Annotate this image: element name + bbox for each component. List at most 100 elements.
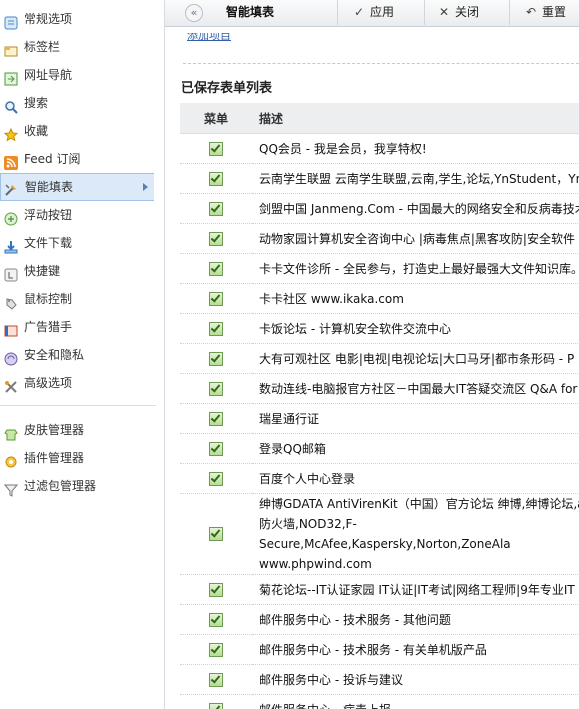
sidebar-item-label: 鼠标控制 bbox=[24, 292, 73, 306]
description-cell: 卡饭论坛 - 计算机安全软件交流中心 bbox=[252, 313, 579, 344]
menu-cell bbox=[180, 574, 252, 605]
table-row[interactable]: 邮件服务中心 - 投诉与建议 bbox=[180, 664, 579, 695]
table-row[interactable]: 数动连线-电脑报官方社区－中国最大IT答疑交流区 Q&A for bbox=[180, 373, 579, 404]
sidebar-item-tab[interactable]: 标签栏 bbox=[0, 33, 164, 61]
sidebar-item-tools[interactable]: 高级选项 bbox=[0, 369, 164, 397]
table-row[interactable]: 绅博GDATA AntiVirenKit（中国）官方论坛 绅博,绅博论坛,a 防… bbox=[180, 493, 579, 575]
menu-checkbox[interactable] bbox=[209, 171, 223, 186]
description-cell: 绅博GDATA AntiVirenKit（中国）官方论坛 绅博,绅博论坛,a 防… bbox=[252, 493, 579, 575]
table-row[interactable]: 动物家园计算机安全咨询中心 |病毒焦点|黑客攻防|安全软件 bbox=[180, 223, 579, 254]
sidebar-item-label: Feed 订阅 bbox=[24, 152, 81, 166]
menu-cell bbox=[180, 373, 252, 404]
description-cell: 邮件服务中心 - 技术服务 - 其他问题 bbox=[252, 604, 579, 635]
table-row[interactable]: QQ会员 - 我是会员，我享特权! bbox=[180, 133, 579, 164]
saved-forms-title: 已保存表单列表 bbox=[181, 81, 273, 96]
menu-cell bbox=[180, 694, 252, 709]
table-row[interactable]: 菊花论坛--IT认证家园 IT认证|IT考试|网络工程师|9年专业IT bbox=[180, 574, 579, 605]
tab-icon bbox=[4, 40, 18, 57]
description-cell: 卡卡社区 www.ikaka.com bbox=[252, 283, 579, 314]
menu-checkbox[interactable] bbox=[209, 612, 223, 627]
checkmark-icon: ✓ bbox=[353, 5, 365, 19]
sidebar-item-mouse-gesture[interactable]: 鼠标控制 bbox=[0, 285, 164, 313]
table-row[interactable]: 大有可观社区 电影|电视|电视论坛|大口马牙|都市条形码 - P bbox=[180, 343, 579, 374]
table-row[interactable]: 邮件服务中心 - 病毒上报 bbox=[180, 694, 579, 709]
table-row[interactable]: 邮件服务中心 - 技术服务 - 其他问题 bbox=[180, 604, 579, 635]
table-row[interactable]: 邮件服务中心 - 技术服务 - 有关单机版产品 bbox=[180, 634, 579, 665]
menu-checkbox[interactable] bbox=[209, 291, 223, 306]
description-cell: QQ会员 - 我是会员，我享特权! bbox=[252, 133, 579, 164]
menu-cell bbox=[180, 193, 252, 224]
menu-cell bbox=[180, 223, 252, 254]
menu-checkbox[interactable] bbox=[209, 411, 223, 426]
menu-checkbox[interactable] bbox=[209, 351, 223, 366]
sidebar-item-filter[interactable]: 过滤包管理器 bbox=[0, 472, 164, 500]
description-cell: 数动连线-电脑报官方社区－中国最大IT答疑交流区 Q&A for bbox=[252, 373, 579, 404]
undo-icon: ↶ bbox=[525, 5, 537, 19]
menu-cell bbox=[180, 163, 252, 194]
description-cell: 菊花论坛--IT认证家园 IT认证|IT考试|网络工程师|9年专业IT bbox=[252, 574, 579, 605]
sidebar-item-plugin[interactable]: 插件管理器 bbox=[0, 444, 164, 472]
chevron-right-icon bbox=[143, 183, 148, 191]
menu-checkbox[interactable] bbox=[209, 702, 223, 709]
table-row[interactable]: 卡卡社区 www.ikaka.com bbox=[180, 283, 579, 314]
sidebar-item-float-button[interactable]: 浮动按钮 bbox=[0, 201, 164, 229]
apply-button[interactable]: ✓ 应用 bbox=[337, 0, 400, 25]
skin-icon bbox=[4, 423, 18, 441]
sidebar-item-rss[interactable]: Feed 订阅 bbox=[0, 145, 164, 173]
sidebar-nav-list: 常规选项 标签栏 网址导航 搜索 收藏 Feed 订阅 智能填表浮动按钮 文件下载快捷键鼠标控… bbox=[0, 5, 164, 397]
sidebar-item-label: 智能填表 bbox=[25, 180, 74, 194]
menu-checkbox[interactable] bbox=[209, 672, 223, 687]
table-row[interactable]: 登录QQ邮箱 bbox=[180, 433, 579, 464]
tools-icon bbox=[4, 376, 18, 393]
saved-forms-table: 菜单 描述 QQ会员 - 我是会员，我享特权! 云南学生联盟 云南学生联盟,云南,… bbox=[180, 103, 579, 709]
menu-cell bbox=[180, 403, 252, 434]
description-cell: 大有可观社区 电影|电视|电视论坛|大口马牙|都市条形码 - P bbox=[252, 343, 579, 374]
description-cell: 瑞星通行证 bbox=[252, 403, 579, 434]
sidebar-item-settings[interactable]: 常规选项 bbox=[0, 5, 164, 33]
sidebar-item-autofill[interactable]: 智能填表 bbox=[0, 173, 154, 201]
menu-checkbox[interactable] bbox=[209, 527, 223, 542]
table-row[interactable]: 瑞星通行证 bbox=[180, 403, 579, 434]
reset-button[interactable]: ↶ 重置 bbox=[509, 0, 579, 25]
sidebar-item-skin[interactable]: 皮肤管理器 bbox=[0, 416, 164, 444]
description-cell: 剑盟中国 Janmeng.Com - 中国最大的网络安全和反病毒技术 bbox=[252, 193, 579, 224]
menu-checkbox[interactable] bbox=[209, 141, 223, 156]
table-row[interactable]: 云南学生联盟 云南学生联盟,云南,学生,论坛,YnStudent，Yn bbox=[180, 163, 579, 194]
back-button[interactable]: « bbox=[185, 4, 203, 22]
close-button[interactable]: ✕ 关闭 bbox=[424, 0, 497, 25]
menu-cell bbox=[180, 664, 252, 695]
menu-cell bbox=[180, 433, 252, 464]
sidebar-item-ad-hunter[interactable]: 广告猎手 bbox=[0, 313, 164, 341]
description-cell: 云南学生联盟 云南学生联盟,云南,学生,论坛,YnStudent，Yn bbox=[252, 163, 579, 194]
menu-checkbox[interactable] bbox=[209, 321, 223, 336]
sidebar-item-security[interactable]: 安全和隐私 bbox=[0, 341, 164, 369]
table-row[interactable]: 卡卡文件诊所 - 全民参与，打造史上最好最强大文件知识库。 bbox=[180, 253, 579, 284]
sidebar-item-label: 安全和隐私 bbox=[24, 348, 85, 362]
column-header-desc: 描述 bbox=[252, 103, 579, 134]
sidebar-item-nav[interactable]: 网址导航 bbox=[0, 61, 164, 89]
sidebar-item-label: 皮肤管理器 bbox=[24, 423, 85, 437]
menu-cell bbox=[180, 253, 252, 284]
menu-cell bbox=[180, 634, 252, 665]
menu-checkbox[interactable] bbox=[209, 441, 223, 456]
table-row[interactable]: 百度个人中心登录 bbox=[180, 463, 579, 494]
menu-checkbox[interactable] bbox=[209, 231, 223, 246]
sidebar-item-search[interactable]: 搜索 bbox=[0, 89, 164, 117]
sidebar-item-label: 快捷键 bbox=[24, 264, 61, 278]
menu-checkbox[interactable] bbox=[209, 261, 223, 276]
table-row[interactable]: 卡饭论坛 - 计算机安全软件交流中心 bbox=[180, 313, 579, 344]
sidebar-item-download[interactable]: 文件下载 bbox=[0, 229, 164, 257]
sidebar-item-shortcut[interactable]: 快捷键 bbox=[0, 257, 164, 285]
reset-label: 重置 bbox=[542, 5, 567, 19]
plugin-icon bbox=[4, 451, 18, 468]
table-row[interactable]: 剑盟中国 Janmeng.Com - 中国最大的网络安全和反病毒技术 bbox=[180, 193, 579, 224]
menu-checkbox[interactable] bbox=[209, 201, 223, 216]
menu-checkbox[interactable] bbox=[209, 381, 223, 396]
menu-checkbox[interactable] bbox=[209, 582, 223, 597]
menu-checkbox[interactable] bbox=[209, 471, 223, 486]
add-item-link[interactable]: 添加项目 bbox=[187, 33, 231, 47]
settings-icon bbox=[4, 12, 18, 30]
toolbar: « 智能填表 ✓ 应用 ✕ 关闭 ↶ 重置 bbox=[165, 0, 579, 27]
sidebar-item-star[interactable]: 收藏 bbox=[0, 117, 164, 145]
menu-checkbox[interactable] bbox=[209, 642, 223, 657]
